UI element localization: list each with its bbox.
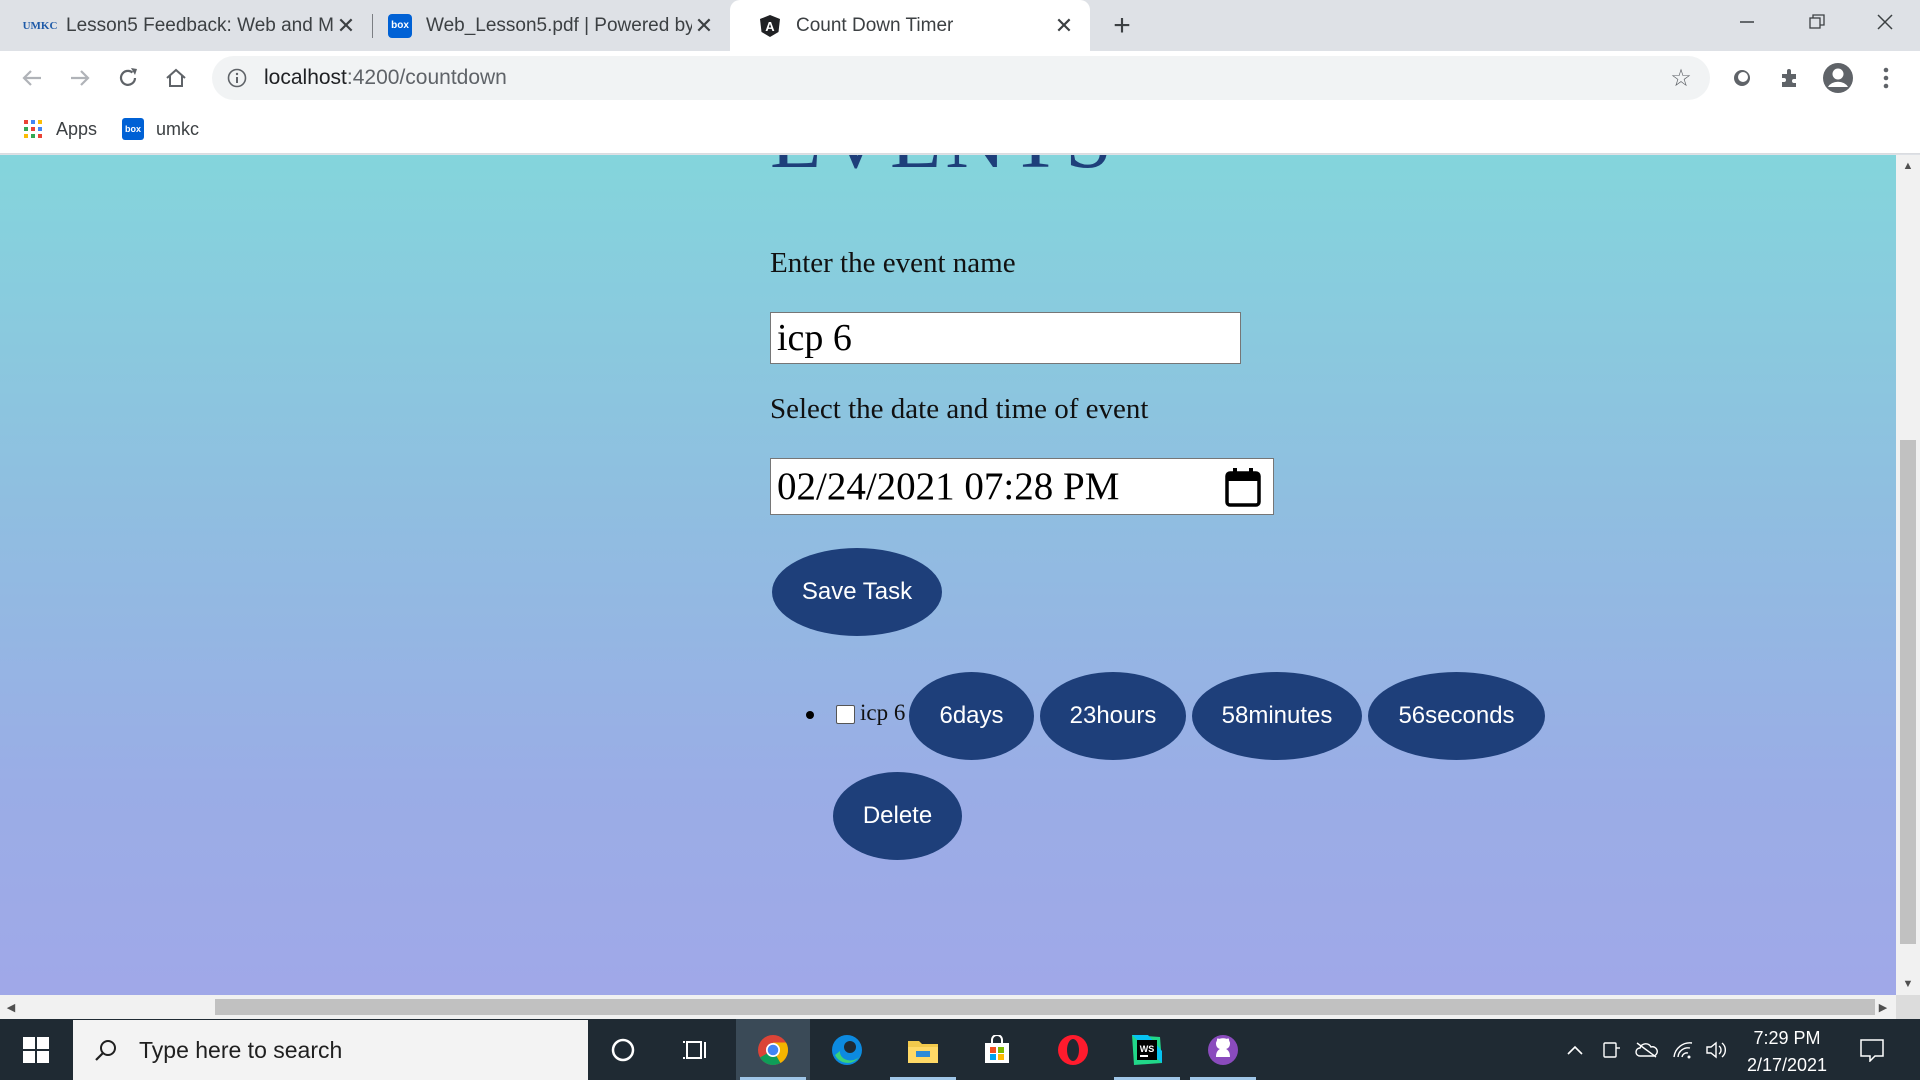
seconds-badge: 56seconds <box>1368 672 1545 760</box>
system-clock[interactable]: 7:29 PM 2/17/2021 <box>1730 1025 1844 1079</box>
list-bullet <box>806 711 814 719</box>
scroll-up-arrow-icon[interactable]: ▲ <box>1896 155 1920 177</box>
minutes-badge: 58minutes <box>1192 672 1362 760</box>
scroll-right-arrow-icon[interactable]: ▶ <box>1872 995 1894 1019</box>
date-label: Select the date and time of event <box>770 393 1149 425</box>
datetime-input[interactable]: 02/24/2021 07:28 PM <box>770 458 1274 515</box>
task-checkbox[interactable] <box>836 705 855 724</box>
event-name-label: Enter the event name <box>770 247 1016 279</box>
profile-avatar-icon[interactable] <box>1822 62 1854 94</box>
restore-icon[interactable] <box>1782 0 1852 44</box>
taskbar-search-box[interactable]: Type here to search <box>73 1020 588 1080</box>
onedrive-cloud-icon[interactable] <box>1632 1019 1662 1080</box>
tab-strip: UMKC Lesson5 Feedback: Web and Mol ✕ box… <box>0 0 1920 51</box>
reload-icon[interactable] <box>110 60 146 96</box>
box-favicon-icon: box <box>388 13 412 38</box>
menu-kebab-icon[interactable] <box>1870 62 1902 94</box>
bookmark-umkc[interactable]: box umkc <box>122 114 199 144</box>
address-bar[interactable]: localhost:4200/countdown ☆ <box>212 56 1710 100</box>
tab-close-icon[interactable]: ✕ <box>1052 13 1076 38</box>
box-icon: box <box>122 118 144 140</box>
action-center-notification-icon[interactable] <box>1852 1019 1892 1080</box>
bookmark-apps[interactable]: Apps <box>22 114 97 144</box>
windows-taskbar: Type here to search WS 7:29 PM 2/17/2021 <box>0 1019 1920 1080</box>
umkc-favicon-icon: UMKC <box>22 19 58 32</box>
forward-icon[interactable] <box>62 60 98 96</box>
horizontal-scroll-thumb[interactable] <box>215 999 1875 1015</box>
edge-icon[interactable] <box>810 1019 884 1080</box>
site-info-icon[interactable] <box>224 65 250 91</box>
cortana-icon[interactable] <box>586 1019 660 1080</box>
scroll-down-arrow-icon[interactable]: ▼ <box>1896 973 1920 995</box>
tablet-device-icon[interactable] <box>1596 1019 1626 1080</box>
event-name-input[interactable] <box>770 312 1241 364</box>
bookmark-label: umkc <box>156 118 200 139</box>
search-icon <box>91 1035 121 1065</box>
task-view-icon[interactable] <box>660 1019 734 1080</box>
tab-close-icon[interactable]: ✕ <box>334 13 358 38</box>
calendar-icon[interactable] <box>1225 467 1261 507</box>
scroll-left-arrow-icon[interactable]: ◀ <box>0 995 22 1019</box>
tab-title: Lesson5 Feedback: Web and Mol <box>66 14 334 36</box>
home-icon[interactable] <box>158 60 194 96</box>
close-window-icon[interactable] <box>1850 0 1920 44</box>
show-hidden-icons-chevron-icon[interactable] <box>1560 1019 1590 1080</box>
apps-grid-icon <box>22 118 44 140</box>
scrollbar-corner <box>1896 995 1920 1019</box>
save-task-button[interactable]: Save Task <box>772 548 942 636</box>
windows-start-icon[interactable] <box>0 1019 72 1080</box>
svg-text:WS: WS <box>1140 1044 1155 1054</box>
opera-icon[interactable] <box>1036 1019 1110 1080</box>
url-text: localhost:4200/countdown <box>264 66 507 89</box>
tab-web-lesson5-pdf[interactable]: box Web_Lesson5.pdf | Powered by B ✕ <box>360 0 730 51</box>
page-viewport: EVENTS Enter the event name Select the d… <box>0 155 1896 995</box>
delete-button[interactable]: Delete <box>833 772 962 860</box>
chrome-icon[interactable] <box>736 1019 810 1080</box>
page-heading: EVENTS <box>770 155 1116 188</box>
bookmark-label: Apps <box>56 118 98 139</box>
task-name: icp 6 <box>860 700 906 725</box>
horizontal-scrollbar[interactable]: ◀ ▶ <box>0 995 1896 1019</box>
wifi-icon[interactable] <box>1668 1019 1698 1080</box>
extension-opera-icon[interactable] <box>1726 62 1758 94</box>
search-placeholder: Type here to search <box>139 1036 343 1063</box>
tab-close-icon[interactable]: ✕ <box>692 13 716 38</box>
hours-badge: 23hours <box>1040 672 1186 760</box>
webstorm-icon[interactable]: WS <box>1110 1019 1184 1080</box>
clock-date: 2/17/2021 <box>1746 1055 1828 1075</box>
bookmarks-bar: Apps box umkc <box>0 104 1920 154</box>
tab-lesson5-feedback[interactable]: UMKC Lesson5 Feedback: Web and Mol ✕ <box>0 0 372 51</box>
svg-text:A: A <box>765 19 775 34</box>
angular-favicon-icon: A <box>758 14 782 38</box>
bookmark-star-icon[interactable]: ☆ <box>1668 65 1694 92</box>
file-explorer-icon[interactable] <box>886 1019 960 1080</box>
days-badge: 6days <box>909 672 1034 760</box>
vertical-scrollbar[interactable]: ▲ ▼ <box>1896 155 1920 995</box>
clock-time: 7:29 PM <box>1753 1028 1821 1048</box>
tab-count-down-timer[interactable]: A Count Down Timer ✕ <box>730 0 1090 51</box>
datetime-value: 02/24/2021 07:28 PM <box>777 465 1120 508</box>
browser-toolbar: localhost:4200/countdown ☆ <box>0 51 1920 104</box>
minimize-icon[interactable] <box>1712 0 1782 44</box>
new-tab-icon[interactable]: + <box>1107 9 1137 42</box>
extensions-puzzle-icon[interactable] <box>1774 62 1806 94</box>
tab-title: Web_Lesson5.pdf | Powered by B <box>426 14 692 36</box>
store-icon[interactable] <box>960 1019 1034 1080</box>
volume-icon[interactable] <box>1702 1019 1732 1080</box>
vertical-scroll-thumb[interactable] <box>1900 440 1916 944</box>
back-icon[interactable] <box>14 60 50 96</box>
github-desktop-icon[interactable] <box>1186 1019 1260 1080</box>
tab-title: Count Down Timer <box>796 14 954 36</box>
